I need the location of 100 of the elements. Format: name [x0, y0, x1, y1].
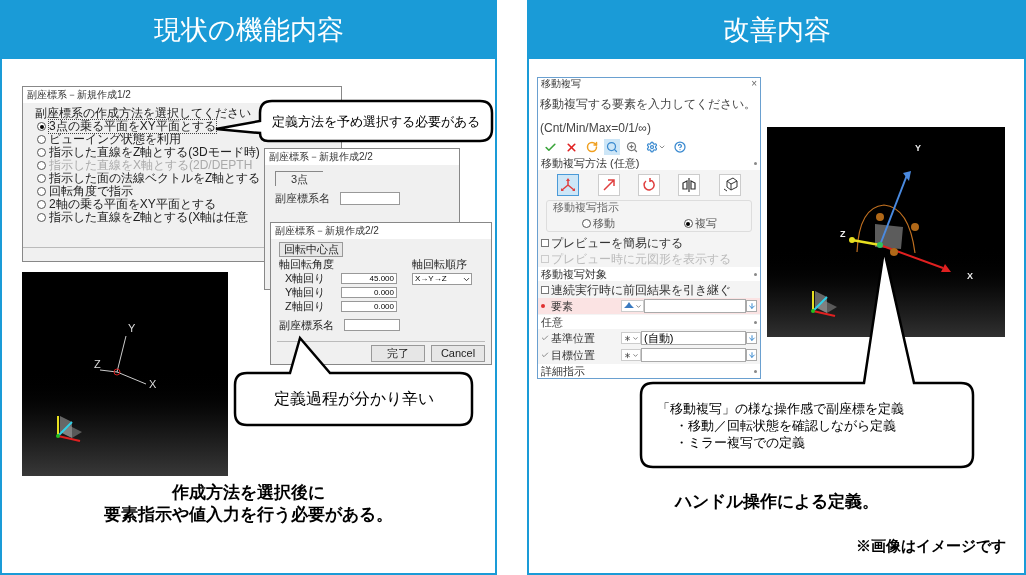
radio-button[interactable] [683, 219, 693, 228]
check-icon [541, 334, 549, 342]
radio-label: 3点の乗る平面をXY平面とする [49, 120, 216, 133]
radio-label: 回転角度で指示 [49, 185, 133, 198]
radio-button[interactable] [37, 122, 46, 131]
radio-label: 2軸の乗る平面をXY平面とする [49, 198, 216, 211]
field-label: Z軸回り [285, 299, 326, 315]
section-header[interactable]: 任意 [541, 315, 563, 329]
axis-label: Z [94, 358, 101, 370]
radio-button[interactable] [37, 135, 46, 144]
mirror-icon [681, 177, 698, 193]
close-button[interactable]: × [751, 78, 757, 91]
arrow-button[interactable] [746, 332, 757, 344]
caret-icon [632, 334, 639, 342]
callout-text: 定義過程が分かり辛い [273, 389, 434, 409]
zoom-icon [626, 141, 638, 154]
number-field[interactable]: 0.000 [341, 287, 397, 298]
field-label: 副座標系名 [279, 318, 334, 333]
panel-header: 現状の機能内容 [2, 2, 495, 59]
search-icon [606, 141, 618, 154]
radio-label: 指示した直線をX軸とする(2D/DEPTH [49, 159, 253, 172]
rotate-icon [640, 177, 657, 193]
radio-button[interactable] [37, 174, 46, 183]
note-text: ※画像はイメージです [856, 536, 1006, 556]
caret-icon [635, 302, 642, 310]
axis-label: Z [840, 229, 846, 239]
close-icon [565, 140, 578, 154]
icon-dropdown[interactable] [621, 300, 644, 312]
radio-label: 複写 [694, 217, 717, 230]
cube-icon [721, 177, 738, 193]
callout-text: 定義方法を予め選択する必要がある [272, 112, 480, 130]
dialog-prompt: 副座標系の作成方法を選択してください [35, 106, 251, 120]
caption-text: 要素指示や値入力を行う必要がある。 [104, 504, 393, 526]
caption-text: ハンドル操作による定義。 [674, 491, 879, 513]
move-icon [560, 177, 577, 193]
group-heading: 軸回転角度 [279, 258, 335, 271]
checkbox-label: 連続実行時に前回結果を引き継ぐ [551, 282, 731, 297]
input-field[interactable] [641, 348, 746, 362]
checkbox[interactable] [541, 285, 549, 294]
callout-text: ・ミラー複写での定義 [674, 433, 805, 451]
window-title: 副座標系－新規作成2/2 [265, 149, 459, 165]
field-label: 軸回転順序 [412, 258, 468, 271]
axis-label: Y [128, 322, 136, 334]
check-icon [541, 351, 549, 359]
radio-label: 指示した面の法線ベクトルをZ軸とする [49, 172, 261, 185]
radio-label: ビューイング状態を利用 [49, 133, 181, 146]
dialog-button[interactable]: Cancel [431, 345, 485, 362]
radio-button[interactable] [37, 148, 46, 157]
redo-icon [586, 141, 598, 154]
panel-header: 改善内容 [529, 2, 1024, 59]
mode-button[interactable] [637, 174, 660, 196]
mode-button[interactable] [678, 174, 701, 196]
checkbox-label: プレビューを簡易にする [551, 235, 683, 250]
toolbar-button[interactable] [604, 139, 620, 156]
dialog-prompt: 移動複写する要素を入力してください。(Cnt/Min/Max=0/1/∞) [540, 96, 756, 135]
axis-label: X [967, 271, 973, 281]
dialog-button[interactable]: 完了 [371, 345, 425, 362]
radio-button[interactable] [37, 213, 46, 222]
field-label: 基準位置 [551, 331, 596, 345]
arrow-button[interactable] [746, 300, 757, 312]
input-field[interactable]: (自動) [641, 331, 746, 345]
window-title: 移動複写 [541, 78, 581, 91]
radio-label: 指示した直線をZ軸とする(3Dモード時) [49, 146, 260, 159]
asterisk-icon [623, 333, 632, 343]
window-title: 副座標系－新規作成2/2 [271, 223, 491, 239]
check-icon [544, 140, 557, 154]
radio-label: 移動 [592, 217, 615, 230]
caption-text: 作成方法を選択後に [172, 482, 325, 504]
caret-icon [632, 351, 639, 359]
element-icon [623, 302, 635, 310]
group-box: 3点 [275, 171, 323, 186]
section-header[interactable]: 詳細指示 [541, 364, 585, 378]
field-label: Y軸回り [285, 285, 327, 301]
window-title: 副座標系－新規作成1/2 [23, 87, 341, 103]
arrow-button[interactable] [746, 349, 757, 361]
dropdown-value: X→Y→Z [414, 274, 447, 284]
radio-label: 指示した直線をZ軸とする(X軸は任意 [49, 211, 249, 224]
help-icon [674, 141, 686, 154]
order-dropdown[interactable]: X→Y→Z [412, 273, 472, 285]
center-point-button[interactable]: 回転中心点 [279, 242, 343, 257]
input-field[interactable] [344, 319, 400, 332]
checkbox[interactable] [541, 238, 549, 247]
asterisk-icon [623, 350, 632, 360]
field-label: 要素 [551, 299, 574, 313]
mode-button[interactable] [557, 174, 580, 196]
radio-button[interactable] [37, 187, 46, 196]
radio-button[interactable] [37, 200, 46, 209]
icon-dropdown[interactable] [621, 332, 641, 344]
axis-label: Y [915, 143, 921, 153]
field-label: 副座標系名 [275, 191, 330, 206]
radio-button[interactable] [581, 219, 591, 228]
number-field[interactable]: 0.000 [341, 301, 397, 312]
mode-button[interactable] [718, 174, 741, 196]
mode-button[interactable] [597, 174, 620, 196]
settings-icon [646, 141, 666, 154]
number-field[interactable]: 45.000 [341, 273, 397, 284]
group-heading: 移動複写指示 [553, 201, 619, 214]
icon-dropdown[interactable] [621, 349, 641, 361]
input-field[interactable] [644, 299, 746, 313]
input-field[interactable] [340, 191, 400, 205]
